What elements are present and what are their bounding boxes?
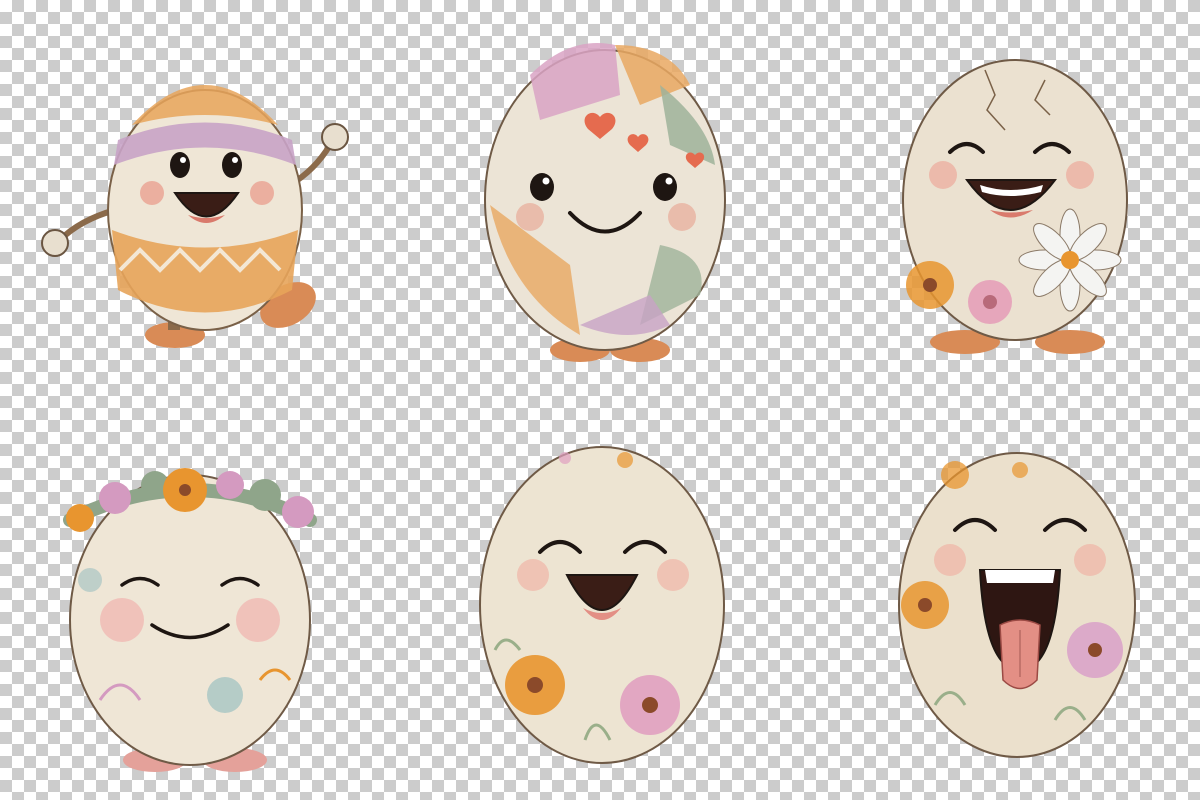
right-eye (653, 173, 677, 201)
orange-flower (906, 261, 954, 309)
egg-character-flower-crown (60, 440, 320, 780)
egg-character-patchwork-hearts (470, 25, 740, 370)
pink-flower (1067, 622, 1123, 678)
right-hand (321, 123, 349, 151)
pink-flower (620, 675, 680, 735)
egg-character-cracked-daisy (895, 40, 1140, 360)
left-eye (530, 173, 554, 201)
orange-flower (901, 581, 949, 629)
egg-character-floral-laughing (475, 430, 730, 770)
egg-character-patterned-waving (20, 35, 360, 355)
orange-flower (505, 655, 565, 715)
egg-character-tongue-out (895, 445, 1140, 765)
pink-flower (968, 280, 1012, 324)
right-eye (222, 152, 242, 178)
left-eye (170, 152, 190, 178)
image-canvas (0, 0, 1200, 800)
left-hand (41, 229, 69, 257)
